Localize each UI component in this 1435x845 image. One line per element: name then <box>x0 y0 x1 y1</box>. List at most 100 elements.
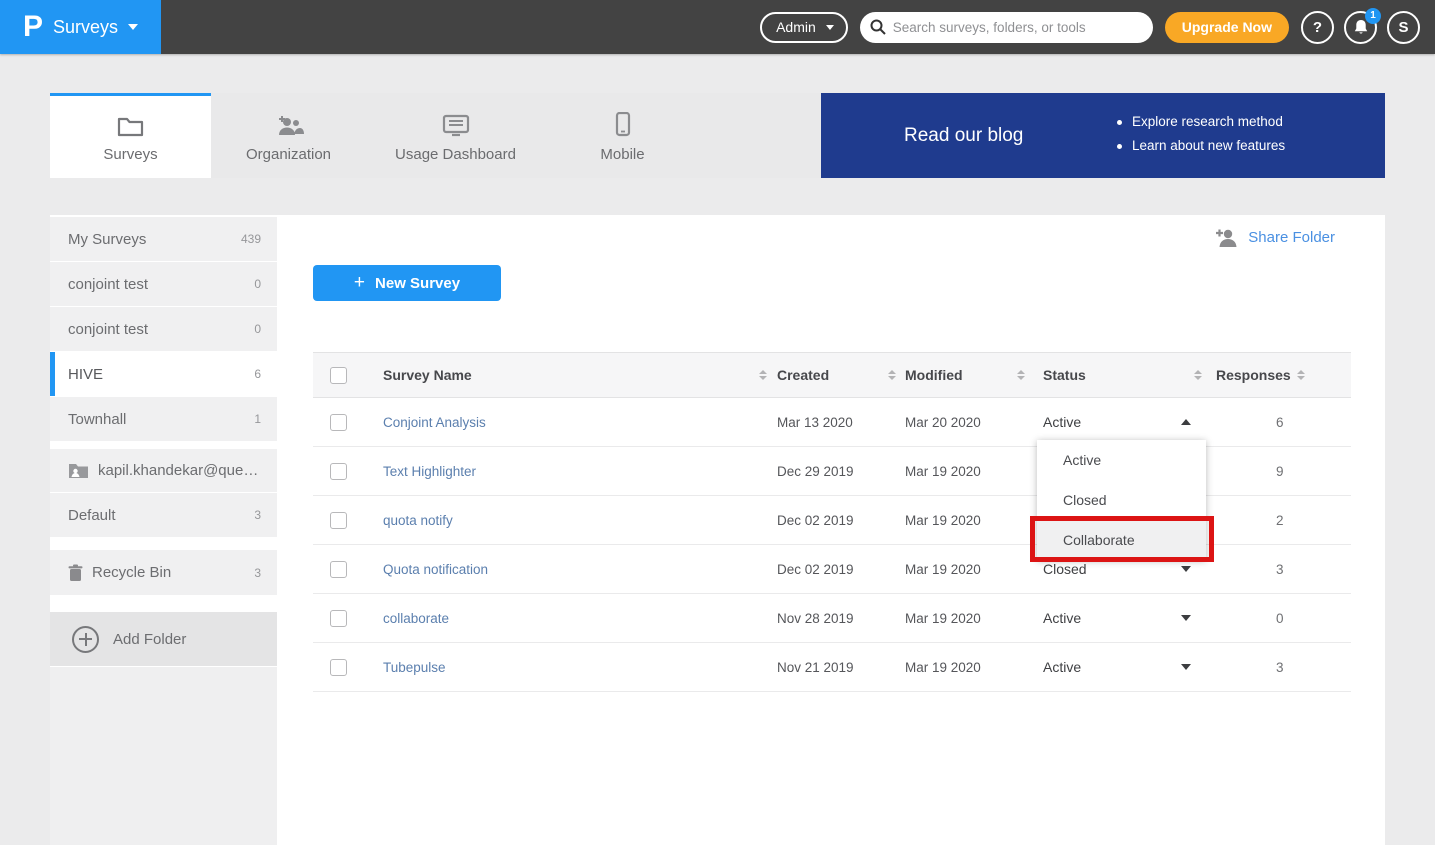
select-all-checkbox[interactable] <box>330 367 347 384</box>
tab-label: Surveys <box>103 146 157 163</box>
sidebar-item-shared-account[interactable]: kapil.khandekar@que… <box>50 449 277 492</box>
modified-date: Mar 19 2020 <box>901 660 1039 675</box>
folder-count: 6 <box>254 367 261 381</box>
row-checkbox[interactable] <box>330 561 347 578</box>
sort-icon[interactable] <box>888 370 896 380</box>
folder-icon <box>117 111 144 137</box>
column-label: Status <box>1043 367 1086 383</box>
survey-name-link[interactable]: Quota notification <box>383 562 488 577</box>
sidebar-item-conjoint-test-1[interactable]: conjoint test 0 <box>50 262 277 306</box>
folder-count: 1 <box>254 412 261 426</box>
status-option-active[interactable]: Active <box>1037 440 1206 480</box>
bullet-dot <box>1117 144 1122 149</box>
sidebar-fill <box>50 667 277 845</box>
blog-banner[interactable]: Read our blog Explore research method Le… <box>821 93 1385 178</box>
row-checkbox[interactable] <box>330 414 347 431</box>
tab-label: Mobile <box>600 146 644 163</box>
row-checkbox[interactable] <box>330 659 347 676</box>
caret-down-icon <box>128 24 138 30</box>
status-dropdown-trigger[interactable]: Closed <box>1039 561 1216 577</box>
modified-date: Mar 19 2020 <box>901 513 1039 528</box>
row-checkbox[interactable] <box>330 463 347 480</box>
bullet-dot <box>1117 120 1122 125</box>
share-folder-label: Share Folder <box>1248 229 1335 246</box>
sort-icon[interactable] <box>759 370 767 380</box>
survey-name-link[interactable]: quota notify <box>383 513 453 528</box>
sidebar-item-hive[interactable]: HIVE 6 <box>50 352 277 396</box>
status-dropdown-menu: Active Closed Collaborate <box>1037 440 1206 560</box>
status-option-collaborate[interactable]: Collaborate <box>1037 520 1206 560</box>
modified-date: Mar 19 2020 <box>901 562 1039 577</box>
notifications-button[interactable]: 1 <box>1344 11 1377 44</box>
help-button[interactable]: ? <box>1301 11 1334 44</box>
sidebar-item-default[interactable]: Default 3 <box>50 493 277 537</box>
search-input[interactable] <box>893 20 1143 35</box>
row-checkbox[interactable] <box>330 512 347 529</box>
sidebar-item-my-surveys[interactable]: My Surveys 439 <box>50 217 277 261</box>
column-responses[interactable]: Responses <box>1216 367 1351 383</box>
status-dropdown-trigger[interactable]: Active <box>1039 414 1216 430</box>
sidebar-item-conjoint-test-2[interactable]: conjoint test 0 <box>50 307 277 351</box>
survey-name-link[interactable]: collaborate <box>383 611 449 626</box>
status-value: Closed <box>1043 561 1087 577</box>
survey-list-panel: Share Folder + New Survey Survey Name Cr… <box>277 215 1385 845</box>
survey-name-link[interactable]: Tubepulse <box>383 660 446 675</box>
main-card: My Surveys 439 conjoint test 0 conjoint … <box>50 215 1385 845</box>
status-dropdown-trigger[interactable]: Active <box>1039 610 1216 626</box>
caret-down-icon <box>826 25 834 30</box>
sort-icon[interactable] <box>1297 370 1305 380</box>
folder-label: Recycle Bin <box>92 564 254 581</box>
status-dropdown-trigger[interactable]: Active <box>1039 659 1216 675</box>
admin-menu[interactable]: Admin <box>760 12 848 43</box>
usage-dashboard-icon <box>442 111 470 137</box>
new-survey-button[interactable]: + New Survey <box>313 265 501 301</box>
organization-icon <box>274 111 304 137</box>
avatar-letter: S <box>1398 19 1408 36</box>
tab-mobile[interactable]: Mobile <box>545 93 700 178</box>
sidebar-item-recycle-bin[interactable]: Recycle Bin 3 <box>50 550 277 595</box>
column-modified[interactable]: Modified <box>901 367 1039 383</box>
folder-count: 0 <box>254 322 261 336</box>
tab-usage-dashboard[interactable]: Usage Dashboard <box>366 93 545 178</box>
created-date: Dec 02 2019 <box>773 513 901 528</box>
product-menu[interactable]: P Surveys <box>0 0 161 54</box>
avatar[interactable]: S <box>1387 11 1420 44</box>
survey-name-link[interactable]: Conjoint Analysis <box>383 415 486 430</box>
tabs-zone: Surveys Organization Usage <box>50 93 821 178</box>
folder-label: Townhall <box>68 411 254 428</box>
tab-label: Organization <box>246 146 331 163</box>
column-label: Survey Name <box>383 367 472 383</box>
tab-organization[interactable]: Organization <box>211 93 366 178</box>
survey-name-link[interactable]: Text Highlighter <box>383 464 476 479</box>
sidebar-divider <box>50 538 277 550</box>
status-option-closed[interactable]: Closed <box>1037 480 1206 520</box>
modified-date: Mar 20 2020 <box>901 415 1039 430</box>
add-folder-icon <box>72 626 99 653</box>
column-survey-name[interactable]: Survey Name <box>369 367 773 383</box>
banner-bullet: Explore research method <box>1132 110 1283 134</box>
folder-label: conjoint test <box>68 276 254 293</box>
sort-icon[interactable] <box>1194 370 1202 380</box>
tab-surveys[interactable]: Surveys <box>50 93 211 178</box>
logo-p: P <box>23 12 43 42</box>
created-date: Dec 02 2019 <box>773 562 901 577</box>
column-status[interactable]: Status <box>1039 367 1216 383</box>
row-checkbox[interactable] <box>330 610 347 627</box>
responses-count: 2 <box>1216 513 1351 528</box>
modified-date: Mar 19 2020 <box>901 611 1039 626</box>
add-folder-button[interactable]: Add Folder <box>50 612 277 666</box>
banner-bullets: Explore research method Learn about new … <box>1117 110 1285 158</box>
plus-icon: + <box>354 272 365 294</box>
notification-badge: 1 <box>1365 8 1381 24</box>
top-navbar: P Surveys Admin Upgrade Now ? 1 S <box>0 0 1435 54</box>
shared-folder-icon <box>68 462 89 479</box>
share-folder-button[interactable]: Share Folder <box>1215 228 1335 247</box>
upgrade-now-button[interactable]: Upgrade Now <box>1165 12 1289 43</box>
column-created[interactable]: Created <box>773 367 901 383</box>
sidebar-item-townhall[interactable]: Townhall 1 <box>50 397 277 441</box>
responses-count: 3 <box>1216 660 1351 675</box>
sort-icon[interactable] <box>1017 370 1025 380</box>
sidebar-divider <box>50 442 277 449</box>
sidebar-divider <box>50 596 277 612</box>
created-date: Mar 13 2020 <box>773 415 901 430</box>
